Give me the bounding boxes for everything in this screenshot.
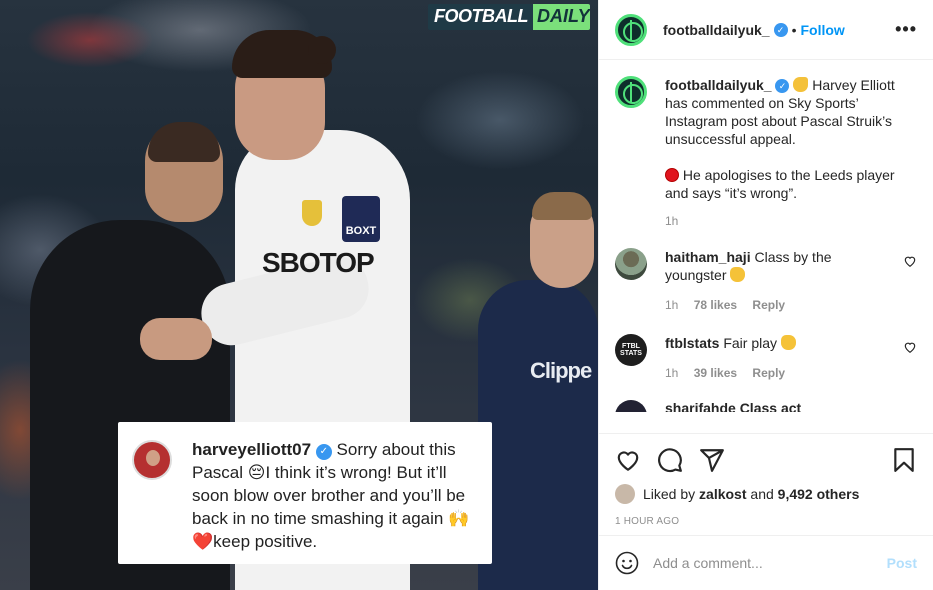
caption-line-2: He apologises to the Leeds player and sa… (665, 167, 895, 201)
quoted-user-avatar (132, 440, 172, 480)
comment-time: 1h (665, 366, 679, 380)
follow-button[interactable]: Follow (800, 22, 844, 38)
caption-time: 1h (665, 214, 679, 228)
post-button[interactable]: Post (887, 555, 917, 571)
comment-body: haitham_haji Class by the youngster 1h 7… (665, 248, 885, 314)
coach-figure (478, 280, 598, 590)
sleeve-badge: BOXT (342, 196, 380, 242)
comment-item: FTBL STATS ftblstats Fair play 1h 39 lik… (615, 334, 917, 382)
post-image[interactable]: Clippe BOXT SBOTOP FOOTBALL DAILY harvey… (0, 0, 598, 590)
liked-by-and: and (750, 486, 774, 502)
comment-time: 1h (665, 298, 679, 312)
clapping-hands-icon (730, 267, 746, 282)
caption-avatar[interactable] (615, 76, 647, 108)
header-username[interactable]: footballdailyuk_ (663, 22, 770, 38)
separator-dot: • (791, 21, 797, 38)
likes-summary: Liked by zalkost and 9,492 others (615, 484, 917, 504)
post-timestamp[interactable]: 1 HOUR AGO (615, 516, 917, 527)
partial-comment-item: sharifahde Class act (615, 400, 917, 412)
add-comment-bar: Post (599, 535, 933, 590)
logo-part-football: FOOTBALL (428, 4, 533, 30)
account-avatar[interactable] (615, 13, 647, 46)
more-options-icon[interactable]: ••• (895, 19, 917, 40)
comment-likes[interactable]: 78 likes (694, 298, 737, 312)
comment-body: ftblstats Fair play 1h 39 likes Reply (665, 334, 885, 382)
comments-feed[interactable]: footballdailyuk_ ✓ Harvey Elliott has co… (599, 60, 933, 433)
comment-username[interactable]: ftblstats (665, 335, 719, 351)
caption-paragraph-2: He apologises to the Leeds player and sa… (665, 166, 895, 202)
partial-comment-text: sharifahde Class act (665, 400, 802, 412)
verified-badge-icon: ✓ (775, 79, 790, 93)
action-icons (615, 444, 917, 476)
comment-text: Fair play (723, 335, 778, 351)
post-caption: footballdailyuk_ ✓ Harvey Elliott has co… (615, 76, 917, 202)
post-actions: Liked by zalkost and 9,492 others 1 HOUR… (599, 433, 933, 535)
logo-part-daily: DAILY (532, 4, 590, 30)
player-hand (140, 318, 212, 360)
like-comment-icon[interactable] (903, 254, 917, 268)
quoted-username: harveyelliott07 (192, 440, 312, 459)
coach-hair (532, 192, 592, 220)
football-daily-logo: FOOTBALL DAILY (428, 4, 590, 30)
liker-avatar[interactable] (615, 484, 635, 504)
heart-icon[interactable] (615, 447, 641, 473)
red-circle-icon (665, 168, 679, 182)
club-crest-icon (302, 200, 322, 226)
player-hair-bun (308, 36, 336, 64)
quoted-comment-card: harveyelliott07 ✓ Sorry about this Pasca… (118, 422, 492, 564)
comment-avatar[interactable] (615, 400, 647, 412)
emoji-icon[interactable] (615, 551, 639, 575)
liked-by-prefix: Liked by (643, 486, 696, 502)
liked-by-count[interactable]: 9,492 others (778, 486, 860, 502)
comment-meta: 1h 78 likes Reply (665, 296, 885, 314)
comment-avatar[interactable] (615, 248, 647, 280)
coach-sponsor-text: Clippe (530, 358, 592, 383)
comment-input[interactable] (653, 555, 887, 571)
comment-likes[interactable]: 39 likes (694, 366, 737, 380)
shirt-sponsor-text: SBOTOP (262, 247, 375, 278)
post-side-panel: footballdailyuk_ ✓ • Follow ••• football… (598, 0, 933, 590)
like-comment-icon[interactable] (903, 340, 917, 354)
quoted-comment-text: harveyelliott07 ✓ Sorry about this Pasca… (192, 438, 478, 564)
caption-username[interactable]: footballdailyuk_ (665, 77, 772, 93)
comment-icon[interactable] (657, 447, 683, 473)
post-header: footballdailyuk_ ✓ • Follow ••• (599, 0, 933, 60)
reply-button[interactable]: Reply (752, 366, 785, 380)
comment-meta: 1h 39 likes Reply (665, 364, 885, 382)
comment-item: haitham_haji Class by the youngster 1h 7… (615, 248, 917, 314)
verified-badge-icon: ✓ (773, 22, 788, 37)
verified-badge-icon: ✓ (315, 444, 332, 460)
instagram-post: Clippe BOXT SBOTOP FOOTBALL DAILY harvey… (0, 0, 933, 590)
clapping-hands-icon (780, 335, 796, 350)
share-icon[interactable] (699, 447, 725, 473)
bookmark-icon[interactable] (891, 447, 917, 473)
comment-avatar[interactable]: FTBL STATS (615, 334, 647, 366)
comment-username[interactable]: haitham_haji (665, 249, 751, 265)
caption-text: footballdailyuk_ ✓ Harvey Elliott has co… (665, 76, 895, 202)
reply-button[interactable]: Reply (752, 298, 785, 312)
flexed-biceps-icon (793, 77, 809, 92)
liked-by-user[interactable]: zalkost (699, 486, 746, 502)
